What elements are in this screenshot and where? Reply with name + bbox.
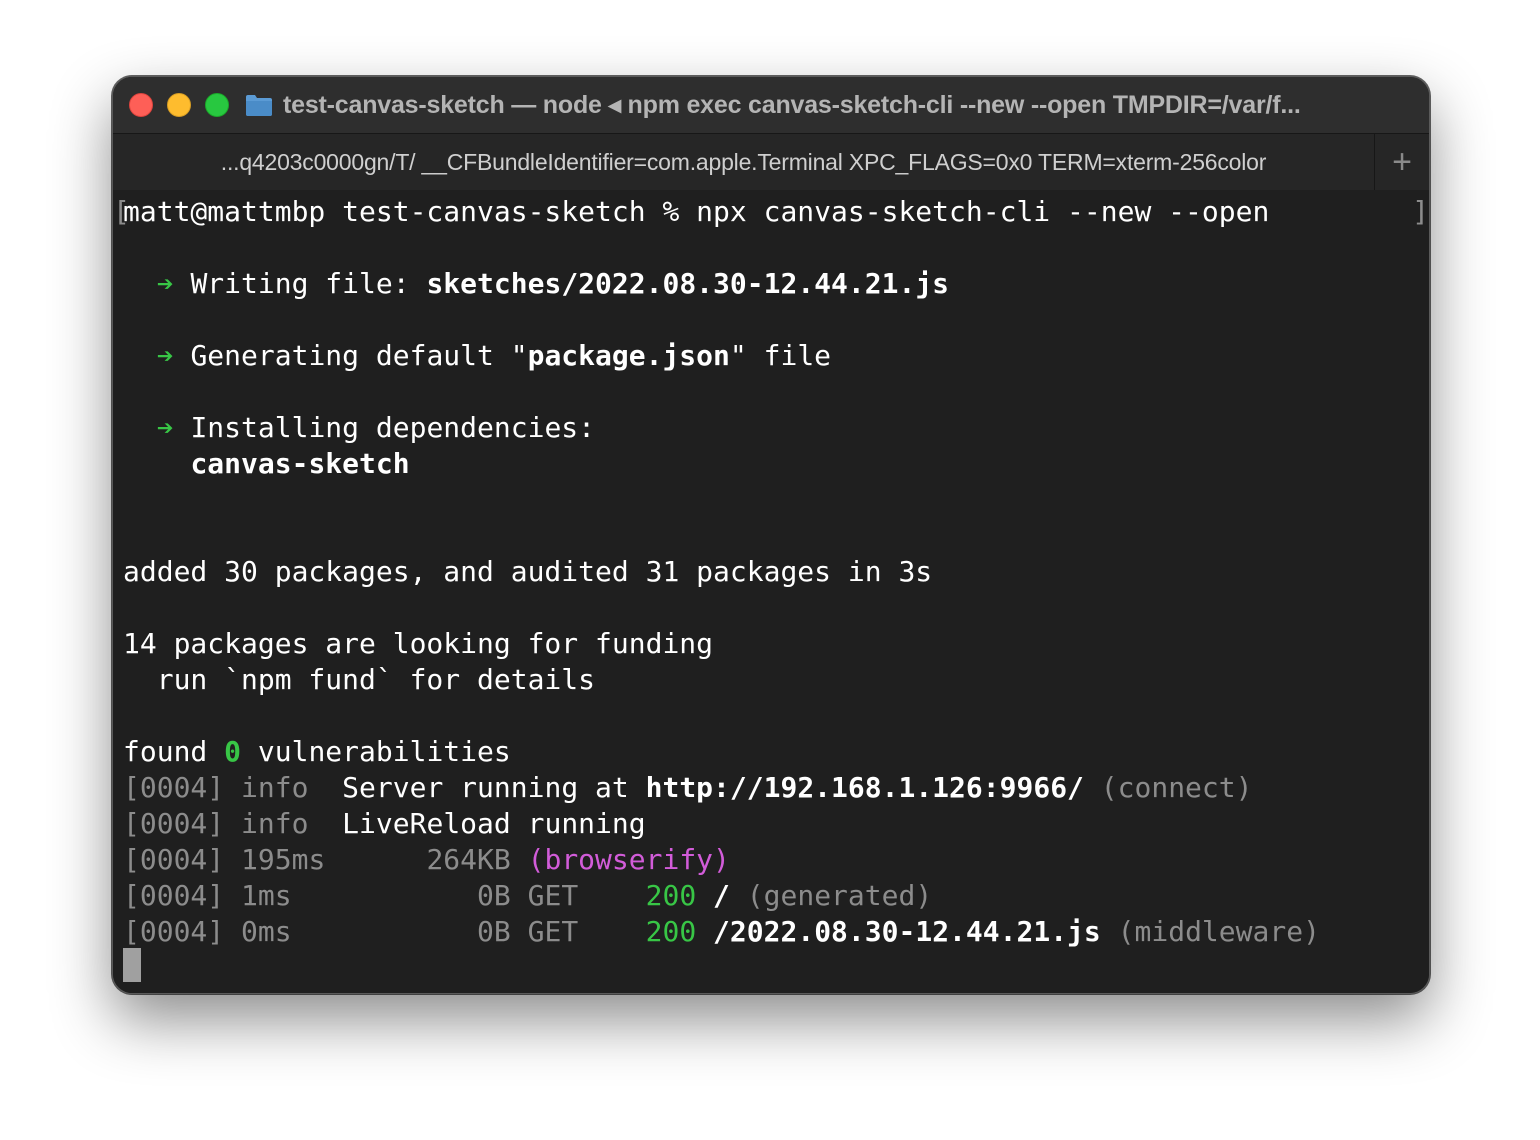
- log-tag: [0004]: [123, 915, 242, 948]
- vulnerability-count: 0: [224, 735, 242, 768]
- log-status: 200: [645, 915, 714, 948]
- close-button[interactable]: [129, 93, 153, 117]
- log-level: info: [241, 771, 343, 804]
- prompt-text: matt@mattmbp test-canvas-sketch % npx ca…: [123, 195, 1270, 228]
- step-generating-package: ➔ Generating default "package.json" file: [123, 338, 831, 374]
- found-suffix: vulnerabilities: [241, 735, 511, 768]
- step-suffix: " file: [729, 339, 832, 372]
- vulnerabilities-line: found 0 vulnerabilities: [123, 734, 511, 770]
- tab-label: ...q4203c0000gn/T/ __CFBundleIdentifier=…: [220, 148, 1267, 175]
- step-label: Writing file:: [190, 267, 427, 300]
- log-note: (generated): [729, 879, 933, 912]
- log-tag: [0004]: [123, 843, 242, 876]
- tab-active[interactable]: ...q4203c0000gn/T/ __CFBundleIdentifier=…: [113, 134, 1375, 190]
- log-note: (middleware): [1100, 915, 1320, 948]
- step-writing-file: ➔ Writing file: sketches/2022.08.30-12.4…: [123, 266, 949, 302]
- mark-bracket-right-icon: ]: [1412, 195, 1429, 228]
- log-line: [0004] 1ms 0B GET 200 / (generated): [123, 878, 932, 914]
- folder-icon: [245, 93, 273, 117]
- zoom-button[interactable]: [205, 93, 229, 117]
- dependency-line: canvas-sketch: [123, 446, 410, 482]
- window-title: test-canvas-sketch — node ◂ npm exec can…: [283, 91, 1301, 119]
- new-tab-button[interactable]: +: [1375, 134, 1429, 190]
- found-prefix: found: [123, 735, 225, 768]
- arrow-right-icon: ➔: [156, 267, 174, 300]
- window-controls: [129, 93, 229, 117]
- tab-bar: ...q4203c0000gn/T/ __CFBundleIdentifier=…: [113, 133, 1429, 191]
- log-path: /2022.08.30-12.44.21.js: [713, 915, 1101, 948]
- arrow-right-icon: ➔: [156, 411, 174, 444]
- log-tag: [0004]: [123, 807, 242, 840]
- step-value: package.json: [527, 339, 730, 372]
- dependency-name: canvas-sketch: [190, 447, 410, 480]
- added-text: added 30 packages, and audited 31 packag…: [123, 555, 933, 588]
- added-summary: added 30 packages, and audited 31 packag…: [123, 554, 932, 590]
- minimize-button[interactable]: [167, 93, 191, 117]
- funding-line: 14 packages are looking for funding: [123, 626, 713, 662]
- arrow-right-icon: ➔: [156, 339, 174, 372]
- log-size: 0B GET: [477, 879, 646, 912]
- log-time: 195ms: [241, 843, 427, 876]
- log-tool: (browserify): [527, 843, 730, 876]
- log-line: [0004] 0ms 0B GET 200 /2022.08.30-12.44.…: [123, 914, 1320, 950]
- title-bar: test-canvas-sketch — node ◂ npm exec can…: [113, 77, 1429, 133]
- terminal-window: test-canvas-sketch — node ◂ npm exec can…: [112, 76, 1430, 994]
- server-url[interactable]: http://192.168.1.126:9966/: [646, 771, 1084, 804]
- log-size: 264KB: [426, 843, 528, 876]
- log-level: info: [241, 807, 343, 840]
- log-time: 0ms: [241, 915, 478, 948]
- log-line: [0004] info LiveReload running: [123, 806, 646, 842]
- fund-hint-line: run `npm fund` for details: [123, 662, 595, 698]
- step-label: Installing dependencies:: [190, 411, 596, 444]
- log-path: /: [713, 879, 730, 912]
- fund-hint-text: run `npm fund` for details: [123, 663, 596, 696]
- funding-text: 14 packages are looking for funding: [123, 627, 714, 660]
- log-tag: [0004]: [123, 771, 242, 804]
- log-time: 1ms: [241, 879, 478, 912]
- step-installing-deps: ➔ Installing dependencies:: [123, 410, 595, 446]
- terminal-output[interactable]: [ ] matt@mattmbp test-canvas-sketch % np…: [113, 190, 1429, 993]
- terminal-cursor: [123, 948, 141, 982]
- step-value: sketches/2022.08.30-12.44.21.js: [426, 267, 950, 300]
- step-label: Generating default ": [190, 339, 528, 372]
- log-line: [0004] info Server running at http://192…: [123, 770, 1252, 806]
- log-line: [0004] 195ms 264KB (browserify): [123, 842, 730, 878]
- log-note: (connect): [1083, 771, 1253, 804]
- log-status: 200: [645, 879, 714, 912]
- log-text: LiveReload running: [342, 807, 646, 840]
- prompt-line: matt@mattmbp test-canvas-sketch % npx ca…: [123, 194, 1269, 230]
- log-text: Server running at: [342, 771, 646, 804]
- log-size: 0B GET: [477, 915, 646, 948]
- log-tag: [0004]: [123, 879, 242, 912]
